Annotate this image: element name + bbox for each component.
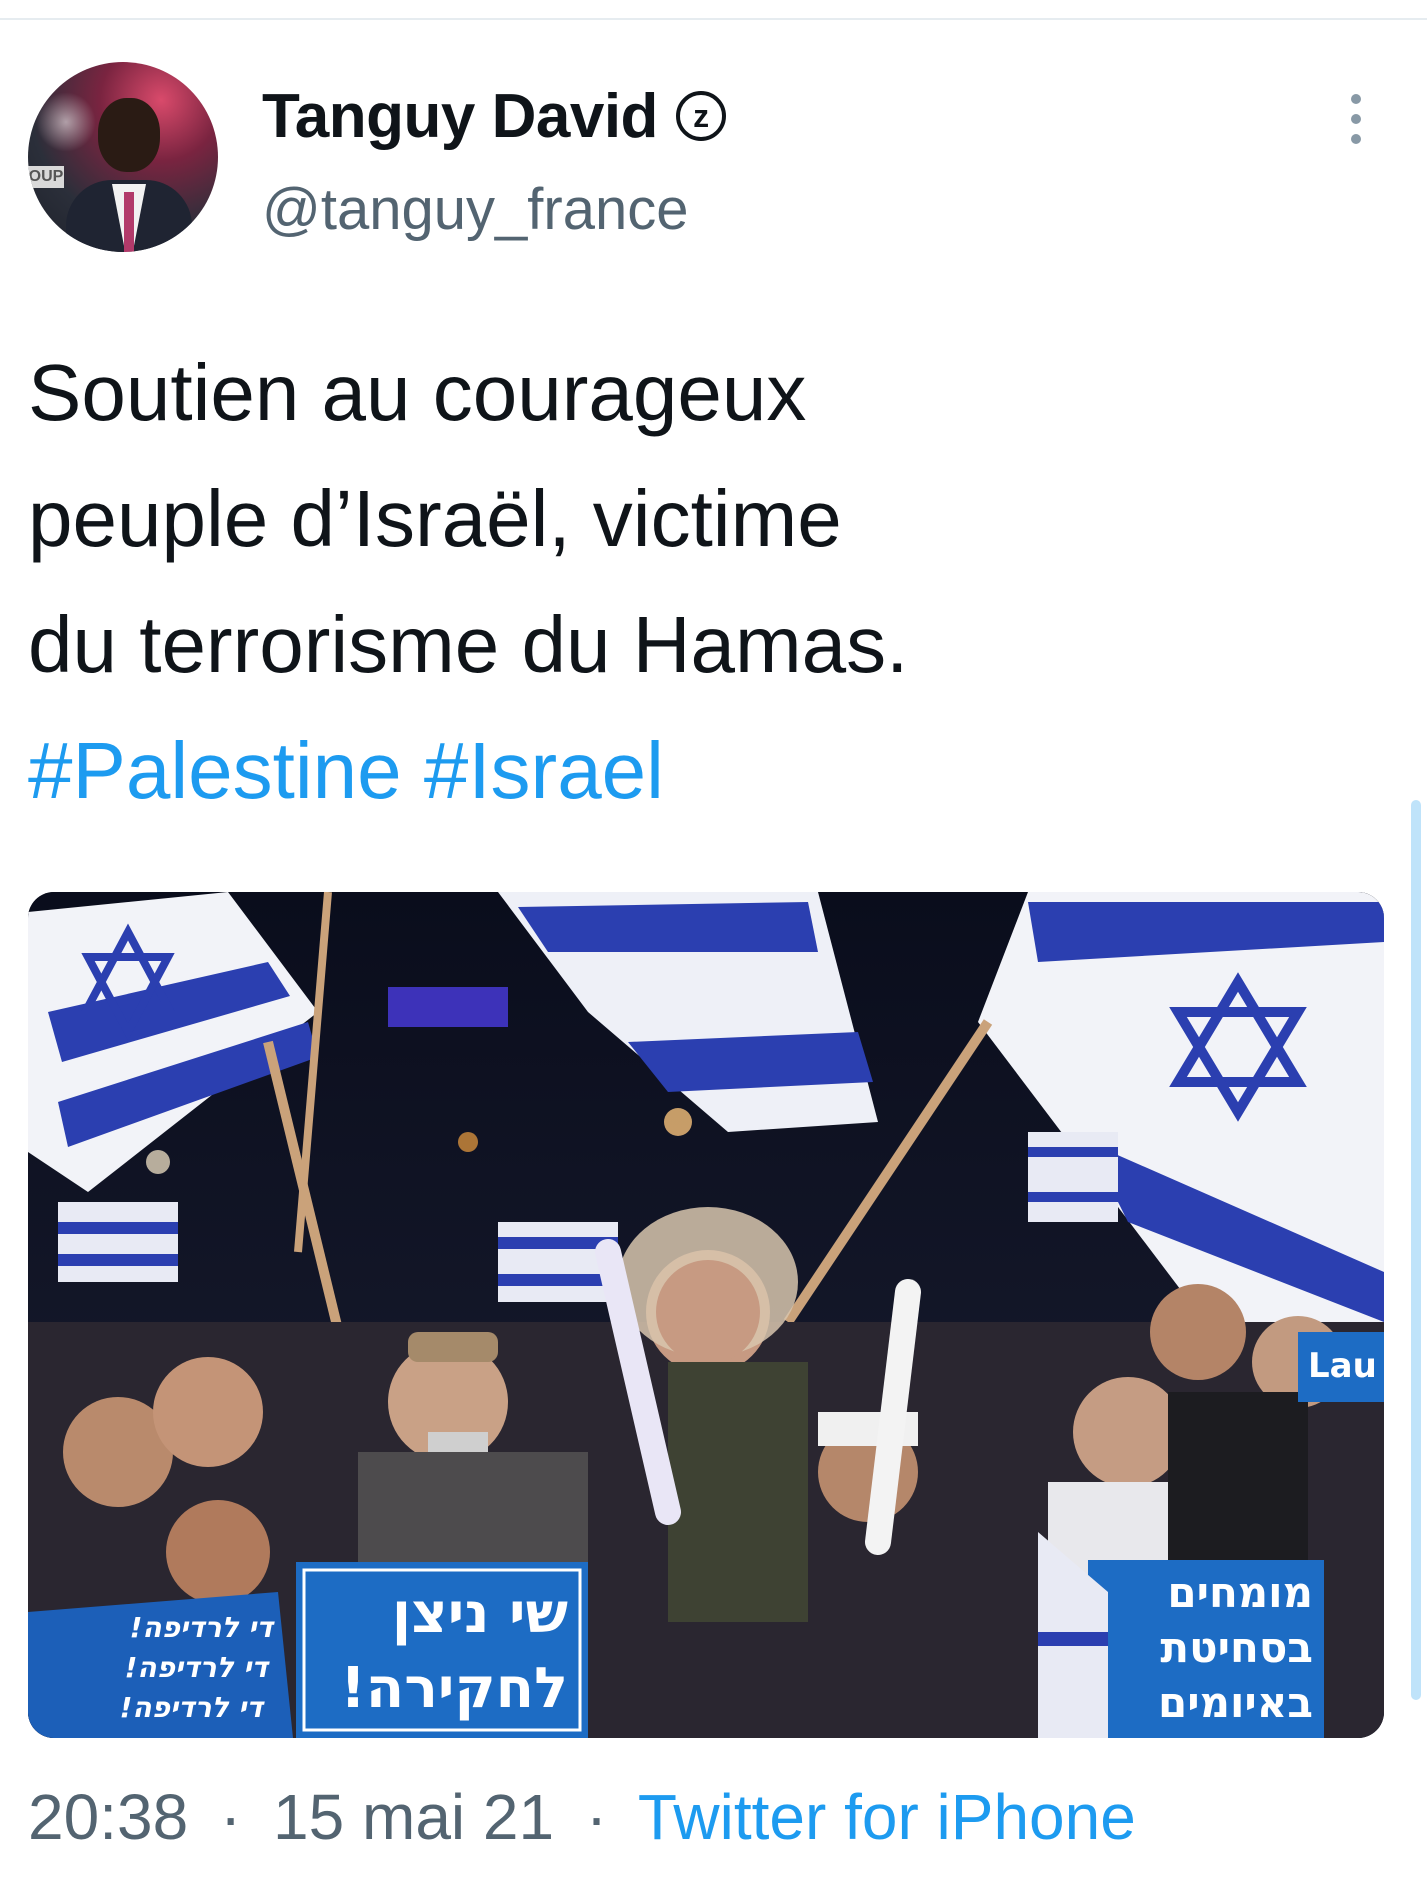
avatar-background-text: OUP <box>28 166 64 188</box>
protest-sign-left: !די לרדיפה !די לרדיפה !די לרדיפה <box>28 1592 293 1738</box>
tweet-source-link[interactable]: Twitter for iPhone <box>638 1781 1136 1853</box>
sign-center-line: שי ניצן <box>392 1581 568 1646</box>
tweet-text: Soutien au courageux peuple d’Israël, vi… <box>28 330 1388 834</box>
protest-sign-right: מומחים בסחיטת באיומים <box>1088 1560 1324 1738</box>
avatar-tie <box>124 192 134 252</box>
tweet-text-line: Soutien au courageux <box>28 348 807 437</box>
author-name[interactable]: Tanguy David <box>262 81 658 152</box>
crowd-rally-photo: !די לרדיפה !די לרדיפה !די לרדיפה שי ניצן… <box>28 892 1384 1738</box>
sign-right-line: מומחים <box>1167 1568 1313 1617</box>
sign-right-line: בסחיטת <box>1160 1623 1313 1672</box>
tweet-date[interactable]: 15 mai 21 <box>273 1781 554 1853</box>
protest-sign-far-right: Lau <box>1298 1332 1384 1402</box>
sign-left-line: !די לרדיפה <box>130 1611 276 1644</box>
tweet-photo[interactable]: !די לרדיפה !די לרדיפה !די לרדיפה שי ניצן… <box>28 892 1384 1738</box>
protest-sign-center: שי ניצן !לחקירה <box>296 1562 588 1738</box>
more-dot <box>1351 94 1361 104</box>
avatar-head <box>98 98 160 172</box>
tweet-meta: 20:38 · 15 mai 21 · Twitter for iPhone <box>28 1780 1136 1854</box>
more-options-icon[interactable] <box>1344 94 1368 144</box>
more-dot <box>1351 134 1361 144</box>
sign-far-right-text: Lau <box>1308 1346 1377 1386</box>
sign-center-line: !לחקירה <box>340 1656 568 1721</box>
sign-right-line: באיומים <box>1158 1678 1313 1727</box>
sign-left-line: !די לרדיפה <box>125 1651 271 1684</box>
tweet-text-line: du terrorisme du Hamas. <box>28 600 909 689</box>
tweet-time[interactable]: 20:38 <box>28 1781 188 1853</box>
meta-separator: · <box>219 1781 242 1853</box>
avatar[interactable]: OUP <box>28 62 218 252</box>
hashtag-palestine[interactable]: #Palestine <box>28 726 402 815</box>
tweet-text-line: peuple d’Israël, victime <box>28 474 842 563</box>
hashtag-israel[interactable]: #Israel <box>424 726 664 815</box>
avatar-light <box>36 92 96 152</box>
more-dot <box>1351 114 1361 124</box>
author-handle[interactable]: @tanguy_france <box>262 176 688 243</box>
top-divider <box>0 18 1427 20</box>
badge-icon: z <box>675 91 726 141</box>
scrollbar[interactable] <box>1411 800 1421 1700</box>
meta-separator: · <box>585 1781 608 1853</box>
author-name-row[interactable]: Tanguy David z <box>262 78 726 154</box>
sign-left-line: !די לרדיפה <box>120 1691 266 1724</box>
